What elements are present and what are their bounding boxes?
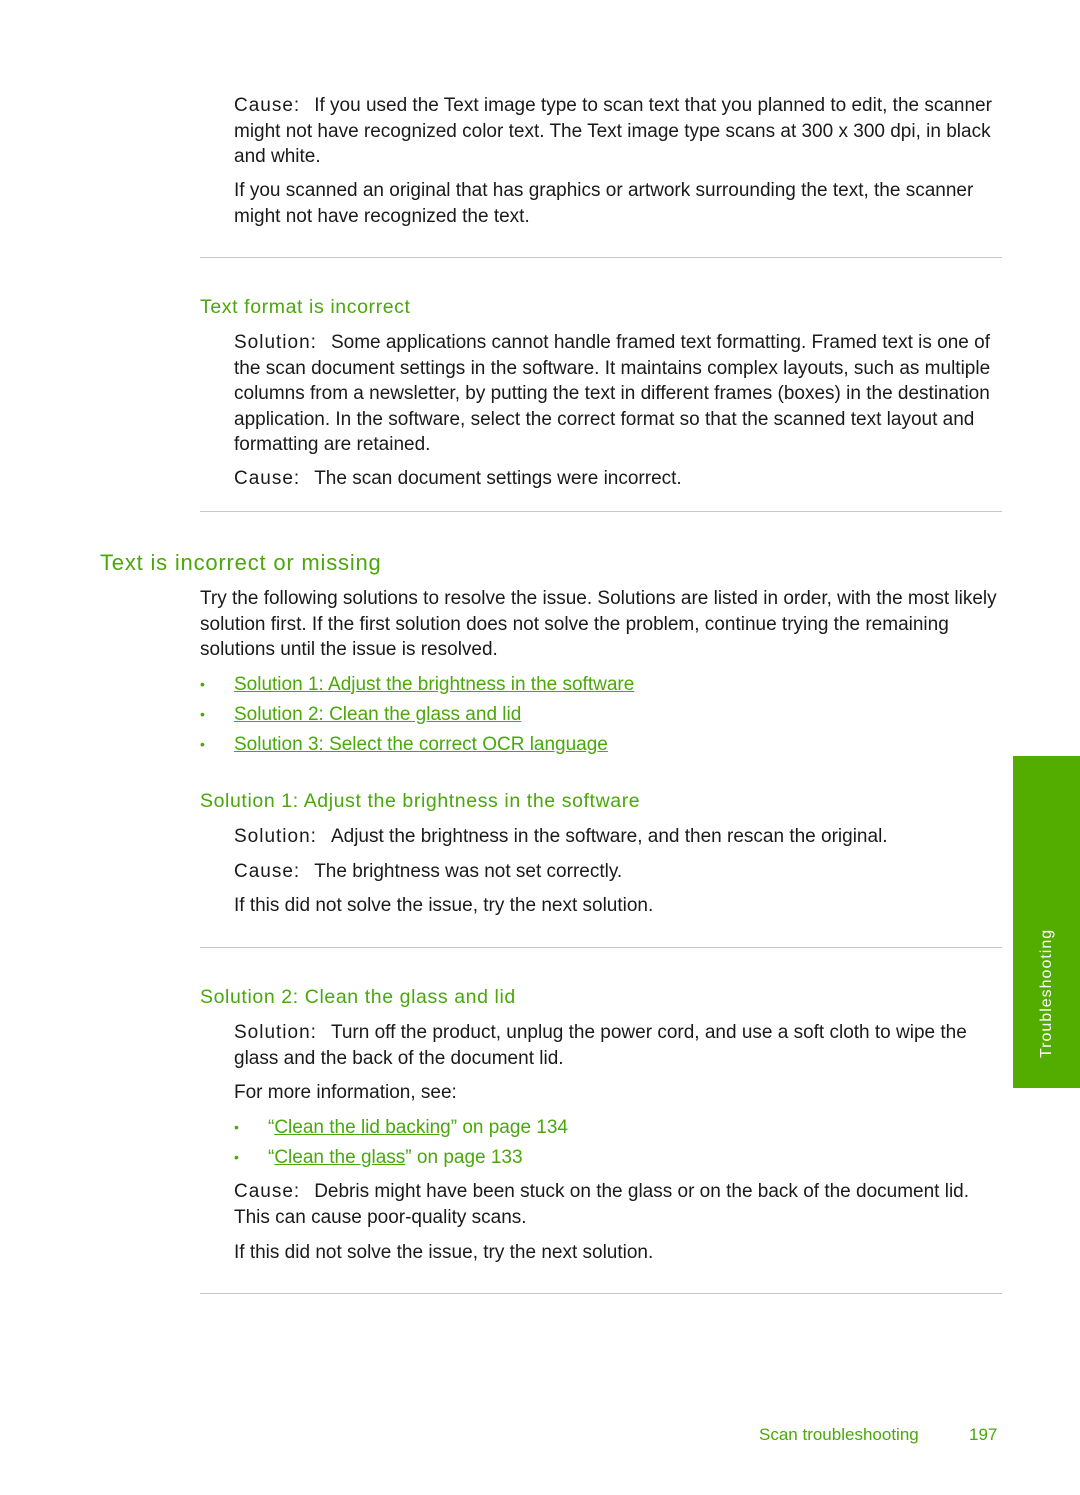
page-number: 197 <box>969 1425 998 1444</box>
divider <box>200 1293 1002 1294</box>
solution-link-item: • Solution 2: Clean the glass and lid <box>200 702 521 727</box>
side-tab-label: Troubleshooting <box>1037 928 1055 1058</box>
side-tab: Troubleshooting <box>1013 756 1080 1088</box>
footer-section: Scan troubleshooting <box>759 1425 919 1444</box>
bullet-icon: • <box>234 1149 239 1165</box>
solution-1-heading: Solution 1: Adjust the brightness in the… <box>200 790 641 812</box>
reference-item: • “Clean the glass” on page 133 <box>234 1147 523 1168</box>
graphics-paragraph: If you scanned an original that has grap… <box>234 180 974 227</box>
solution-paragraph: Solution: Adjust the brightness in the so… <box>234 826 888 847</box>
bullet-icon: • <box>200 706 205 722</box>
clean-glass-link[interactable]: Clean the glass <box>274 1147 405 1168</box>
solution-2-link[interactable]: Solution 2: Clean the glass and lid <box>234 704 521 725</box>
bullet-icon: • <box>234 1119 239 1135</box>
bullet-icon: • <box>200 676 205 692</box>
reference-item: • “Clean the lid backing” on page 134 <box>234 1117 568 1138</box>
cause-paragraph: Cause: Debris might have been stuck on th… <box>234 1181 970 1228</box>
section-heading: Text is incorrect or missing <box>100 550 382 575</box>
solution-2-heading: Solution 2: Clean the glass and lid <box>200 986 516 1008</box>
intro-paragraph: Try the following solutions to resolve t… <box>200 588 997 660</box>
bullet-icon: • <box>200 736 205 752</box>
more-info-text: For more information, see: <box>234 1082 457 1103</box>
solution-1-link[interactable]: Solution 1: Adjust the brightness in the… <box>234 674 634 695</box>
solution-paragraph: Solution: Turn off the product, unplug th… <box>234 1022 967 1069</box>
next-solution-note: If this did not solve the issue, try the… <box>234 895 654 916</box>
cause-label: Cause: <box>234 95 301 116</box>
solution-paragraph: Solution: Some applications cannot handle… <box>234 332 991 455</box>
cause-paragraph: Cause: If you used the Text image type to… <box>234 95 992 167</box>
solution-link-item: • Solution 1: Adjust the brightness in th… <box>200 672 634 697</box>
cause-paragraph: Cause: The brightness was not set correct… <box>234 861 623 882</box>
cause-paragraph: Cause: The scan document settings were in… <box>234 468 682 489</box>
solution-link-item: • Solution 3: Select the correct OCR lang… <box>200 732 608 757</box>
clean-lid-backing-link[interactable]: Clean the lid backing <box>274 1117 450 1138</box>
solution-3-link[interactable]: Solution 3: Select the correct OCR langu… <box>234 734 608 755</box>
text-format-heading: Text format is incorrect <box>200 296 411 318</box>
divider <box>200 947 1002 948</box>
next-solution-note: If this did not solve the issue, try the… <box>234 1242 654 1263</box>
divider <box>200 257 1002 258</box>
divider <box>200 511 1002 512</box>
